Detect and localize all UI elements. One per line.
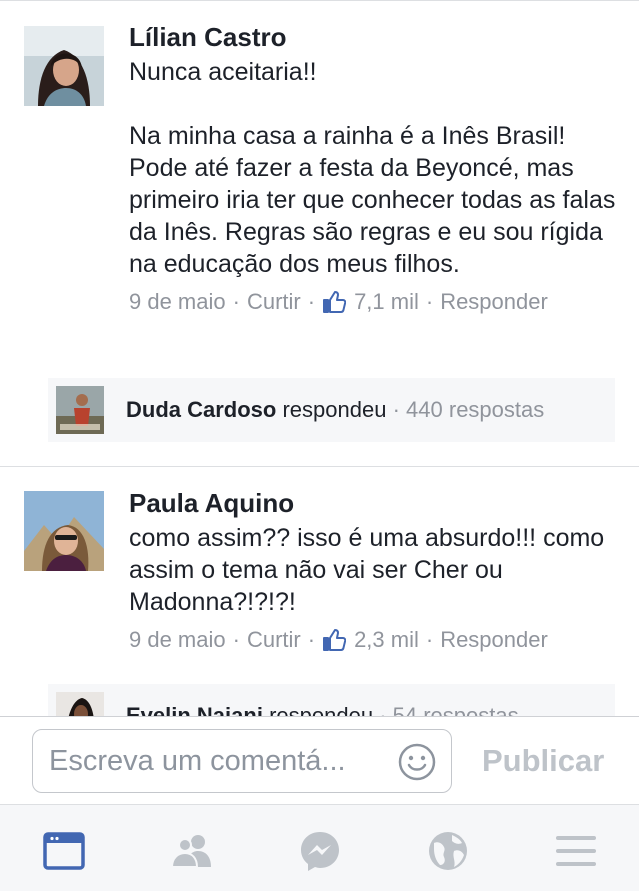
like-count[interactable]: 7,1 mil (354, 288, 419, 316)
news-feed-icon[interactable] (42, 829, 86, 873)
publish-button[interactable]: Publicar (482, 743, 604, 779)
separator: · (379, 703, 387, 716)
comment-text: Nunca aceitaria!! Na minha casa a rainha… (129, 58, 616, 278)
thumbs-up-icon (322, 290, 347, 314)
avatar (56, 386, 104, 434)
messenger-icon[interactable] (298, 829, 342, 873)
comment-body: Paula Aquino como assim?? isso é uma abs… (129, 488, 619, 654)
reply-button[interactable]: Responder (440, 626, 548, 654)
like-button[interactable]: Curtir (247, 626, 301, 654)
separator: · (307, 289, 316, 314)
comment-author[interactable]: Lílian Castro (129, 22, 619, 52)
separator: · (425, 289, 434, 314)
comment-text: como assim?? isso é uma absurdo!!! como … (129, 524, 605, 616)
comment-author[interactable]: Paula Aquino (129, 488, 619, 518)
reply-summary: Duda Cardoso respondeu · 440 respostas (126, 397, 544, 423)
comment-date[interactable]: 9 de maio (129, 288, 226, 316)
separator: · (232, 627, 240, 652)
reply-summary: Evelin Naiani respondeu · 54 respostas (126, 703, 519, 716)
comment-composer: Publicar (0, 716, 639, 804)
reply-action: respondeu (269, 703, 374, 716)
comment-body: Lílian Castro Nunca aceitaria!! Na minha… (129, 22, 619, 316)
like-count[interactable]: 2,3 mil (354, 626, 419, 654)
avatar[interactable] (24, 491, 104, 571)
bottom-tab-bar (0, 804, 639, 891)
globe-icon[interactable] (426, 829, 470, 873)
like-button[interactable]: Curtir (247, 288, 301, 316)
separator: · (307, 627, 316, 652)
thumbs-up-icon (322, 628, 347, 652)
comment-meta: 9 de maio · Curtir · 7,1 mil · Responder (129, 288, 619, 316)
replies-preview[interactable]: Evelin Naiani respondeu · 54 respostas (48, 684, 615, 716)
comment-date[interactable]: 9 de maio (129, 626, 226, 654)
top-divider (0, 0, 639, 1)
avatar[interactable] (24, 26, 104, 106)
avatar (56, 692, 104, 716)
reply-action: respondeu (282, 397, 387, 422)
reply-button[interactable]: Responder (440, 288, 548, 316)
separator: · (392, 397, 400, 422)
smiley-icon[interactable] (397, 742, 437, 782)
comment-divider (0, 466, 639, 467)
menu-icon[interactable] (554, 829, 598, 873)
separator: · (232, 289, 240, 314)
separator: · (425, 627, 434, 652)
replies-preview[interactable]: Duda Cardoso respondeu · 440 respostas (48, 378, 615, 442)
comment-input-box[interactable] (32, 729, 452, 793)
reply-count[interactable]: 440 respostas (406, 397, 544, 422)
comment-input[interactable] (49, 740, 379, 782)
friends-icon[interactable] (170, 829, 214, 873)
comments-feed: Lílian Castro Nunca aceitaria!! Na minha… (0, 0, 639, 716)
reply-author[interactable]: Evelin Naiani (126, 703, 263, 716)
reply-author[interactable]: Duda Cardoso (126, 397, 276, 422)
comment-meta: 9 de maio · Curtir · 2,3 mil · Responder (129, 626, 619, 654)
reply-count[interactable]: 54 respostas (393, 703, 519, 716)
